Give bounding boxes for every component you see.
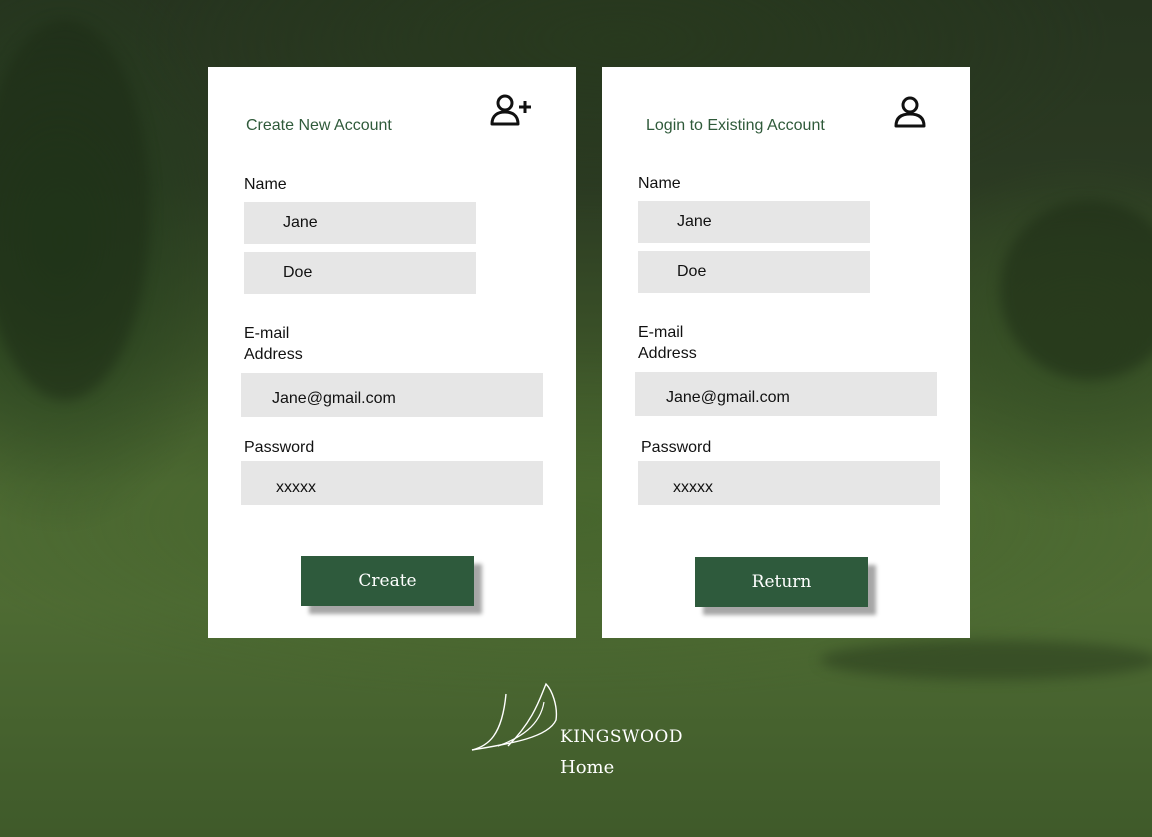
password-field[interactable]: xxxxx bbox=[241, 461, 543, 505]
background-shadow bbox=[820, 640, 1152, 680]
email-field[interactable]: Jane@gmail.com bbox=[241, 373, 543, 417]
home-link[interactable]: Home bbox=[560, 757, 614, 778]
first-name-field[interactable]: Jane bbox=[244, 202, 476, 244]
background-tree bbox=[1000, 200, 1152, 380]
create-account-title: Create New Account bbox=[246, 117, 392, 134]
email-label-line2: Address bbox=[244, 346, 303, 363]
name-label: Name bbox=[638, 175, 681, 192]
return-button[interactable]: Return bbox=[695, 557, 868, 607]
add-user-icon bbox=[490, 94, 531, 126]
brand-name: KINGSWOOD bbox=[560, 727, 683, 747]
login-account-title: Login to Existing Account bbox=[646, 117, 825, 134]
login-account-card: Login to Existing Account Name Jane Doe … bbox=[602, 67, 970, 638]
email-field[interactable]: Jane@gmail.com bbox=[635, 372, 937, 416]
create-button[interactable]: Create bbox=[301, 556, 474, 606]
email-label-line1: E-mail bbox=[638, 324, 684, 341]
email-label-line1: E-mail bbox=[244, 325, 290, 342]
password-label: Password bbox=[641, 439, 712, 456]
create-account-card: Create New Account Name Jane Doe E-mail … bbox=[208, 67, 576, 638]
email-label-line2: Address bbox=[638, 345, 697, 362]
user-icon bbox=[894, 96, 926, 128]
password-field[interactable]: xxxxx bbox=[638, 461, 940, 505]
first-name-field[interactable]: Jane bbox=[638, 201, 870, 243]
password-label: Password bbox=[244, 439, 315, 456]
last-name-field[interactable]: Doe bbox=[244, 252, 476, 294]
name-label: Name bbox=[244, 176, 287, 193]
kingswood-logo-icon bbox=[471, 682, 558, 751]
background-tree bbox=[0, 20, 150, 400]
last-name-field[interactable]: Doe bbox=[638, 251, 870, 293]
